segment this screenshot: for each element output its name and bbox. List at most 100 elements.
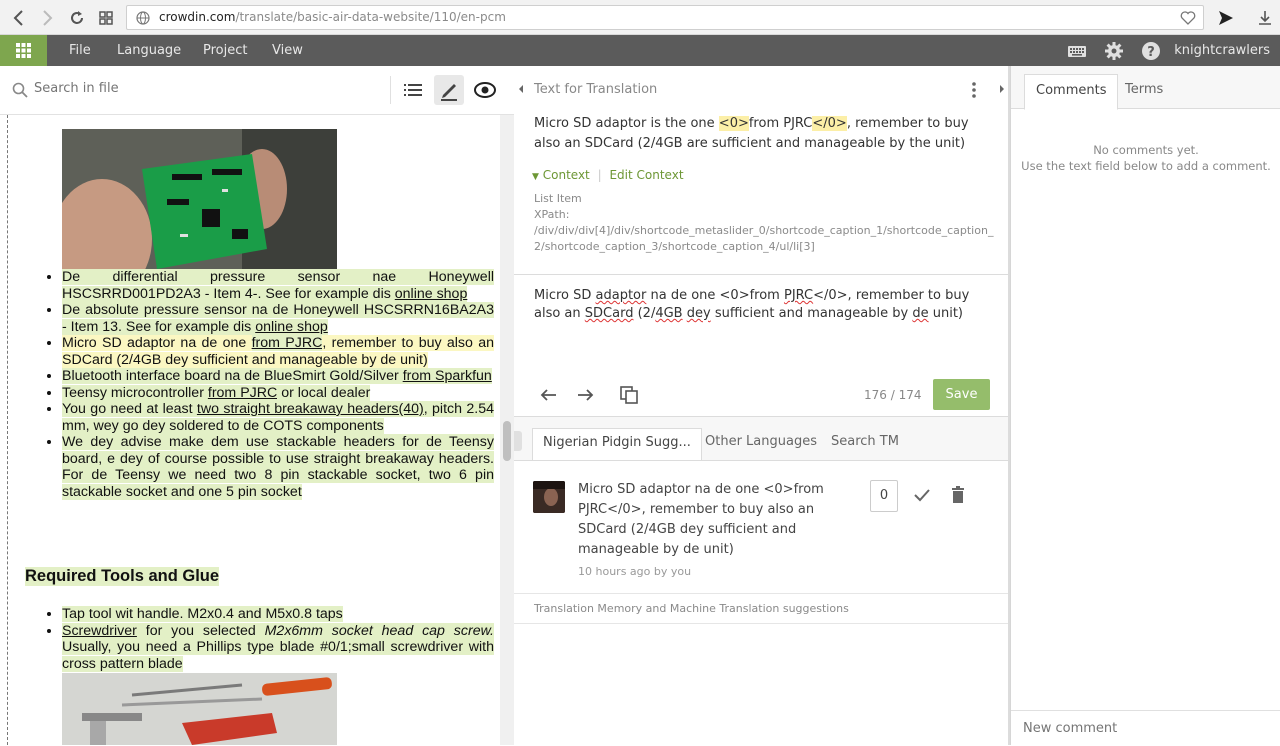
apps-grid-icon[interactable] xyxy=(0,35,47,66)
doc-link[interactable]: two straight breakaway headers(40) xyxy=(196,401,424,417)
gear-icon[interactable] xyxy=(1104,41,1124,61)
vote-count[interactable]: 0 xyxy=(870,480,898,512)
translation-segment: na de one <0>from xyxy=(646,288,784,303)
tab-other-languages[interactable]: Other Languages xyxy=(695,428,827,460)
no-comments-line1: No comments yet. xyxy=(1093,143,1199,157)
download-icon[interactable] xyxy=(1254,7,1276,29)
doc-text: Tap tool wit handle. M2x0.4 and M5x0.8 t… xyxy=(62,606,343,622)
new-comment-box xyxy=(1011,710,1280,745)
translation-segment: Micro SD xyxy=(534,288,596,303)
keyboard-icon[interactable] xyxy=(1067,41,1087,61)
divider xyxy=(514,593,1008,594)
edit-context-link[interactable]: Edit Context xyxy=(609,168,683,182)
components-list: De differential pressure sensor nae Hone… xyxy=(62,269,494,500)
menu-view[interactable]: View xyxy=(272,35,303,66)
scroll-thumb[interactable] xyxy=(503,421,511,461)
list-item: Screwdriver for you selected M2x6mm sock… xyxy=(62,622,495,673)
translation-segment: (2/ xyxy=(633,306,656,321)
help-icon[interactable]: ? xyxy=(1141,41,1161,61)
new-comment-input[interactable] xyxy=(1023,721,1263,736)
comments-panel: Comments Terms No comments yet. Use the … xyxy=(1010,66,1280,745)
editor-actions: 176 / 174 Save xyxy=(514,376,1008,416)
menu-language[interactable]: Language xyxy=(117,35,181,66)
document-preview: De differential pressure sensor nae Hone… xyxy=(7,115,507,745)
copy-source-icon[interactable] xyxy=(618,384,640,410)
left-scrollbar[interactable] xyxy=(500,115,514,745)
doc-link[interactable]: Screwdriver xyxy=(62,622,137,639)
collapse-right-icon[interactable] xyxy=(998,83,1006,99)
globe-icon xyxy=(136,11,150,25)
spellcheck-word: de xyxy=(912,306,929,321)
xpath-label: XPath: xyxy=(534,208,570,221)
translation-header: Text for Translation xyxy=(514,66,1010,115)
doc-link[interactable]: from PJRC xyxy=(251,335,323,351)
spellcheck-word: dey xyxy=(686,306,711,321)
list-item: Teensy microcontroller from PJRC or loca… xyxy=(62,384,494,402)
browser-toolbar: crowdin.com/translate/basic-air-data-web… xyxy=(0,0,1280,35)
list-item: Bluetooth interface board na de BlueSmir… xyxy=(62,368,494,385)
back-icon[interactable] xyxy=(8,7,30,29)
username[interactable]: knightcrawlers xyxy=(1174,35,1270,66)
delete-trash-icon[interactable] xyxy=(948,485,968,509)
doc-link[interactable]: from PJRC xyxy=(207,384,278,401)
panel-resize-handle[interactable] xyxy=(514,431,522,451)
forward-icon[interactable] xyxy=(36,7,58,29)
tm-mt-note: Translation Memory and Machine Translati… xyxy=(534,602,849,615)
list-item: You go need at least two straight breaka… xyxy=(62,401,494,434)
context-toggle[interactable]: Context xyxy=(543,168,590,182)
source-document-panel: De differential pressure sensor nae Hone… xyxy=(0,66,514,745)
list-view-icon[interactable] xyxy=(398,75,428,105)
spellcheck-word: PJRC xyxy=(783,288,814,303)
section-heading: Required Tools and Glue xyxy=(25,567,220,586)
preview-eye-icon[interactable] xyxy=(470,75,500,105)
menu-file[interactable]: File xyxy=(69,35,91,66)
tab-search-tm[interactable]: Search TM xyxy=(821,428,909,460)
right-tabs: Comments Terms xyxy=(1011,66,1280,110)
tab-nigerian-pidgin-suggestions[interactable]: Nigerian Pidgin Sugg... xyxy=(532,428,702,460)
collapse-left-icon[interactable] xyxy=(517,83,525,99)
tools-image xyxy=(62,673,337,745)
grid-icon[interactable] xyxy=(95,7,117,29)
doc-link[interactable]: online shop xyxy=(394,285,468,302)
translation-editor[interactable]: Micro SD adaptor na de one <0>from PJRC<… xyxy=(534,287,984,323)
save-button[interactable]: Save xyxy=(933,379,990,410)
doc-text: or local dealer xyxy=(277,384,371,401)
tab-comments[interactable]: Comments xyxy=(1024,74,1119,110)
url-text: crowdin.com/translate/basic-air-data-web… xyxy=(159,10,506,24)
doc-link[interactable]: from Sparkfun xyxy=(402,368,492,384)
tab-terms[interactable]: Terms xyxy=(1114,74,1174,110)
translation-segment: sufficient and manageable by xyxy=(710,306,913,321)
app-menubar: File Language Project View ? knightcrawl… xyxy=(0,35,1280,66)
doc-link[interactable]: online shop xyxy=(255,318,328,335)
heart-icon[interactable] xyxy=(1179,9,1197,31)
search-icon xyxy=(12,82,28,102)
reload-icon[interactable] xyxy=(66,7,88,29)
xpath-value: /div/div/div[4]/div/shortcode_metaslider… xyxy=(534,224,994,253)
menu-project[interactable]: Project xyxy=(203,35,247,66)
divider xyxy=(514,274,1008,275)
suggestion-text[interactable]: Micro SD adaptor na de one <0>from PJRC<… xyxy=(578,480,850,560)
approve-check-icon[interactable] xyxy=(912,485,932,509)
more-options-icon[interactable] xyxy=(969,80,979,104)
arrow-left-icon[interactable] xyxy=(538,384,560,410)
doc-text: See for example dis xyxy=(125,318,256,335)
doc-text: Usually, you need a Phillips type blade … xyxy=(62,639,494,672)
arrow-right-icon[interactable] xyxy=(574,384,596,410)
no-comments-line2: Use the text field below to add a commen… xyxy=(1021,159,1271,173)
search-input[interactable] xyxy=(34,81,334,96)
doc-text: For de Teensy we need two 8 pin stackabl… xyxy=(62,467,494,500)
context-row: ▼ Context | Edit Context xyxy=(532,168,684,182)
avatar xyxy=(533,481,565,513)
no-comments-message: No comments yet. Use the text field belo… xyxy=(1011,142,1280,174)
circuit-board-image xyxy=(62,129,337,284)
doc-text: Bluetooth interface board na de BlueSmir… xyxy=(62,368,403,384)
list-item: De differential pressure sensor nae Hone… xyxy=(62,269,494,302)
translation-panel: Text for Translation Micro SD adaptor is… xyxy=(514,66,1010,746)
search-bar xyxy=(0,66,514,115)
suggestion-tabs: Nigerian Pidgin Sugg... Other Languages … xyxy=(514,417,1008,460)
address-bar[interactable]: crowdin.com/translate/basic-air-data-web… xyxy=(126,5,1204,30)
divider xyxy=(514,623,1008,624)
send-icon[interactable] xyxy=(1215,7,1237,29)
edit-mode-icon[interactable] xyxy=(434,75,464,105)
context-type: List Item xyxy=(534,192,582,205)
